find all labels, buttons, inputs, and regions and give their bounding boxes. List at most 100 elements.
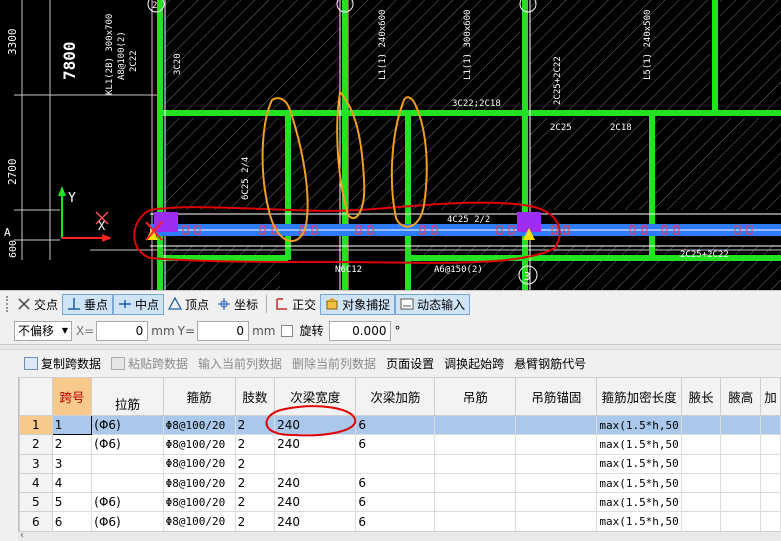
cell-haunch-height[interactable] [720, 492, 761, 513]
cell-haunch-length[interactable] [680, 434, 722, 455]
col-header-haunch-length[interactable]: 腋长 [680, 377, 722, 416]
cell-haunch-length[interactable] [680, 453, 722, 474]
dynamic-input[interactable]: 动态输入 [395, 293, 471, 315]
cell-sec-beam-add[interactable]: 6 [355, 511, 436, 531]
cell-span[interactable]: 4 [51, 472, 93, 494]
cell-extra[interactable] [760, 434, 781, 455]
cell-extra[interactable] [760, 453, 781, 474]
row-number[interactable]: 1 [19, 414, 53, 436]
cell-hanger-anchor[interactable] [515, 472, 598, 494]
snap-orthogonal[interactable]: 正交 [271, 294, 320, 315]
table-row[interactable]: 3 3 Φ8@100/20 2 max(1.5*h,50 [19, 453, 781, 474]
cell-haunch-length[interactable] [680, 414, 722, 436]
input-column-data-button[interactable]: 输入当前列数据 [198, 355, 282, 372]
table-row[interactable]: 2 2 (Φ6) Φ8@100/20 2 240 6 max(1.5*h,50 [19, 434, 781, 455]
cell-sec-beam-add[interactable]: 6 [355, 492, 436, 513]
paste-span-data-button[interactable]: 粘贴跨数据 [111, 355, 188, 372]
col-header-extra[interactable]: 加 [760, 377, 781, 416]
cell-hanger-anchor[interactable] [515, 492, 598, 513]
cell-dense-length[interactable]: max(1.5*h,50 [596, 511, 682, 531]
cell-legs[interactable]: 2 [234, 492, 276, 513]
cell-span[interactable]: 2 [51, 434, 93, 455]
cell-span[interactable]: 5 [51, 492, 93, 513]
cell-tie[interactable]: (Φ6) [91, 414, 164, 436]
cell-hanger[interactable] [434, 434, 517, 455]
cell-haunch-length[interactable] [680, 472, 722, 494]
offset-mode-select[interactable]: 不偏移 ▼ [14, 320, 72, 341]
cell-tie[interactable]: (Φ6) [91, 492, 164, 513]
cell-sec-beam-width[interactable]: 240 [274, 492, 357, 513]
snap-perpendicular[interactable]: 垂点 [62, 293, 114, 315]
cell-extra[interactable] [760, 472, 781, 494]
table-row[interactable]: 5 5 (Φ6) Φ8@100/20 2 240 6 max(1.5*h,50 [19, 492, 781, 513]
col-header-tie[interactable]: 拉筋 [91, 377, 164, 416]
delete-column-data-button[interactable]: 删除当前列数据 [292, 355, 376, 372]
rotate-checkbox[interactable] [281, 324, 294, 337]
cell-hanger[interactable] [434, 511, 517, 531]
snap-midpoint[interactable]: 中点 [113, 293, 165, 315]
cell-stirrup[interactable]: Φ8@100/20 [162, 434, 236, 455]
cell-haunch-height[interactable] [720, 472, 761, 494]
cell-haunch-height[interactable] [720, 511, 761, 531]
cell-legs[interactable]: 2 [234, 511, 276, 531]
snap-intersection[interactable]: 交点 [13, 294, 62, 315]
toolbar-grip[interactable] [6, 296, 9, 312]
col-header-span[interactable]: 跨号 [51, 377, 93, 416]
cell-hanger-anchor[interactable] [515, 434, 598, 455]
cell-haunch-length[interactable] [680, 492, 722, 513]
cell-hanger[interactable] [434, 453, 517, 474]
y-offset-input[interactable] [197, 320, 250, 341]
cell-stirrup[interactable]: Φ8@100/20 [162, 492, 236, 513]
rotate-angle-input[interactable] [329, 320, 392, 341]
cell-span[interactable]: 6 [51, 511, 93, 531]
cell-stirrup[interactable]: Φ8@100/20 [162, 414, 236, 436]
cell-stirrup[interactable]: Φ8@100/20 [162, 511, 236, 531]
cell-sec-beam-add[interactable]: 6 [355, 414, 436, 436]
cell-hanger-anchor[interactable] [515, 511, 598, 531]
cell-dense-length[interactable]: max(1.5*h,50 [596, 472, 682, 494]
cell-dense-length[interactable]: max(1.5*h,50 [596, 414, 682, 436]
copy-span-data-button[interactable]: 复制跨数据 [24, 355, 101, 372]
cell-dense-length[interactable]: max(1.5*h,50 [596, 434, 682, 455]
cell-sec-beam-width[interactable]: 240 [274, 472, 357, 494]
cell-tie[interactable] [91, 472, 164, 494]
cad-canvas[interactable]: 3300 7800 2700 600 Y X A 3 2 KL1(2B) 300… [0, 0, 781, 290]
swap-start-span-button[interactable]: 调换起始跨 [444, 355, 504, 372]
horizontal-scrollbar[interactable]: ‹ [18, 530, 781, 541]
cell-extra[interactable] [760, 414, 781, 436]
cell-hanger-anchor[interactable] [515, 453, 598, 474]
cell-legs[interactable]: 2 [234, 453, 276, 474]
table-row[interactable]: 4 4 Φ8@100/20 2 240 6 max(1.5*h,50 [19, 472, 781, 494]
table-row[interactable]: 1 1 (Φ6) Φ8@100/20 2 240 6 max(1.5*h,50 [19, 414, 781, 436]
col-header-sec-beam-add[interactable]: 次梁加筋 [355, 377, 436, 416]
cell-haunch-length[interactable] [680, 511, 722, 531]
snap-coordinate[interactable]: 坐标 [213, 294, 262, 315]
x-offset-input[interactable] [96, 320, 149, 341]
cell-sec-beam-add[interactable]: 6 [355, 434, 436, 455]
col-header-dense-length[interactable]: 箍筋加密长度 [596, 377, 682, 416]
page-setup-button[interactable]: 页面设置 [386, 355, 434, 372]
cell-dense-length[interactable]: max(1.5*h,50 [596, 492, 682, 513]
cell-span[interactable]: 3 [51, 453, 93, 474]
cell-dense-length[interactable]: max(1.5*h,50 [596, 453, 682, 474]
cell-tie[interactable]: (Φ6) [91, 511, 164, 531]
cell-span[interactable]: 1 [51, 414, 93, 436]
row-number[interactable]: 4 [19, 472, 53, 494]
cell-haunch-height[interactable] [720, 434, 761, 455]
cell-hanger[interactable] [434, 414, 517, 436]
cell-haunch-height[interactable] [720, 453, 761, 474]
row-number[interactable]: 6 [19, 511, 53, 531]
cell-stirrup[interactable]: Φ8@100/20 [162, 472, 236, 494]
cell-tie[interactable]: (Φ6) [91, 434, 164, 455]
col-header-hanger[interactable]: 吊筋 [434, 377, 517, 416]
cell-extra[interactable] [760, 492, 781, 513]
cell-haunch-height[interactable] [720, 414, 761, 436]
cell-sec-beam-width[interactable] [274, 453, 357, 474]
col-header-haunch-height[interactable]: 腋高 [720, 377, 761, 416]
cell-sec-beam-width[interactable]: 240 [274, 511, 357, 531]
row-number[interactable]: 5 [19, 492, 53, 513]
cell-legs[interactable]: 2 [234, 472, 276, 494]
cell-sec-beam-add[interactable] [355, 453, 436, 474]
snap-object[interactable]: 对象捕捉 [320, 293, 396, 315]
row-number[interactable]: 3 [19, 453, 53, 474]
